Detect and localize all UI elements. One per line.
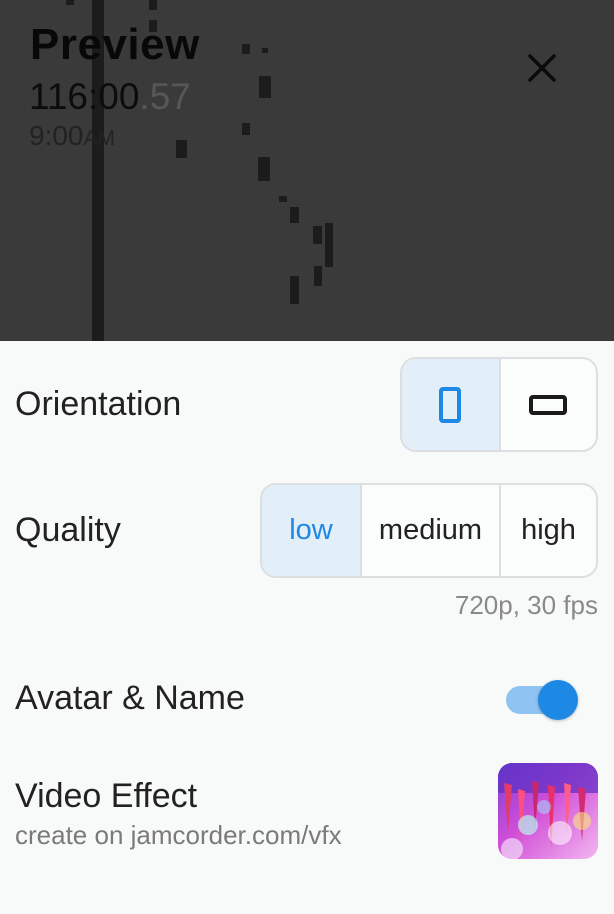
timer-fraction: .57 [139, 76, 191, 117]
clock-hours: 9:00 [29, 120, 84, 151]
orientation-portrait-button[interactable] [402, 359, 499, 450]
note-bar [149, 0, 157, 10]
elapsed-timer: 116:00.57 [29, 76, 191, 118]
portrait-phone-icon [439, 386, 462, 423]
note-bar [242, 123, 250, 135]
note-bar [258, 157, 270, 181]
settings-panel: Orientation Quality low medium high 720p… [0, 341, 614, 914]
orientation-label: Orientation [15, 385, 182, 423]
note-bar [66, 0, 74, 5]
orientation-selector [400, 357, 598, 452]
quality-label: Quality [15, 511, 121, 549]
note-bar [290, 276, 299, 304]
toggle-knob [538, 680, 578, 720]
video-effect-thumbnail[interactable] [498, 763, 598, 859]
close-icon [528, 54, 556, 82]
preview-title: Preview [30, 20, 200, 69]
orientation-landscape-button[interactable] [498, 359, 596, 450]
video-preview: Preview 116:00.57 9:00AM [0, 0, 614, 341]
quality-description: 720p, 30 fps [454, 590, 598, 620]
clock-ampm: AM [83, 127, 116, 150]
landscape-phone-icon [529, 394, 568, 415]
note-bar [279, 196, 287, 202]
note-bar [259, 76, 271, 98]
video-effect-sublabel: create on jamcorder.com/vfx [15, 820, 342, 850]
quality-high-button[interactable]: high [499, 485, 596, 576]
note-bar [242, 44, 250, 54]
note-bar [314, 266, 322, 286]
note-bar [325, 223, 333, 267]
video-effect-thumbnail-art [498, 763, 598, 859]
clock-time: 9:00AM [29, 120, 115, 152]
note-bar [290, 207, 299, 223]
quality-selector: low medium high [260, 483, 598, 578]
avatar-name-toggle[interactable] [506, 680, 578, 720]
quality-low-button[interactable]: low [262, 485, 360, 576]
video-effect-label: Video Effect [15, 777, 198, 815]
note-bar [176, 140, 187, 158]
timer-main: 116:00 [29, 76, 140, 117]
note-bar [313, 226, 322, 244]
close-button[interactable] [522, 48, 562, 88]
note-bar [262, 48, 268, 53]
quality-medium-button[interactable]: medium [360, 485, 499, 576]
avatar-name-label: Avatar & Name [15, 679, 245, 717]
